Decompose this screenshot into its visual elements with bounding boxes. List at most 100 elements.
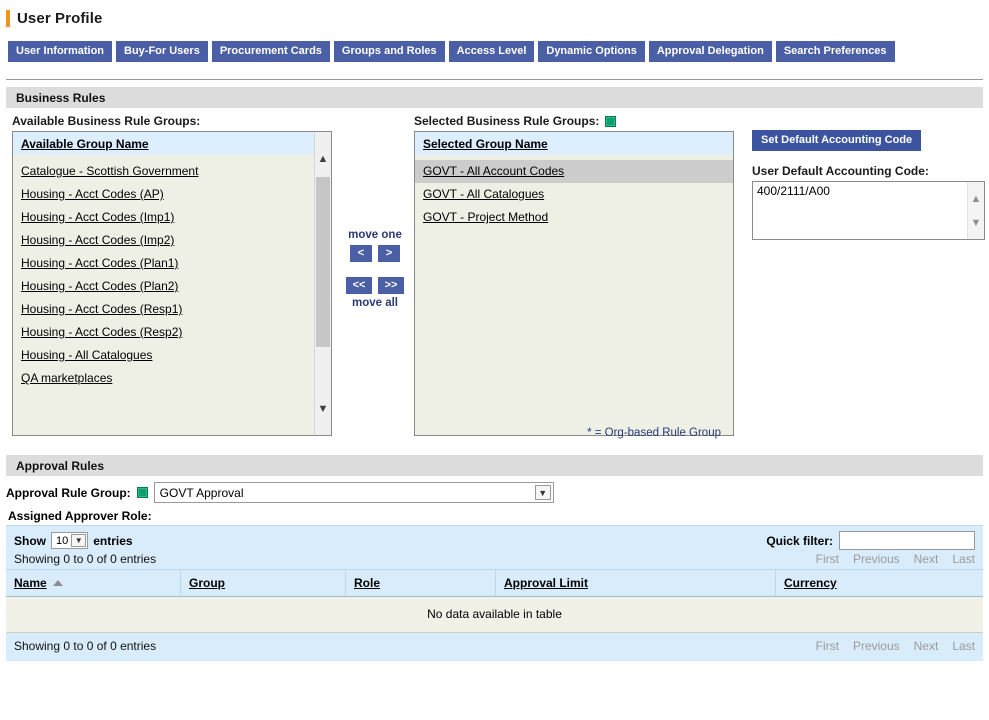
approval-rule-group-value: GOVT Approval: [159, 485, 244, 500]
column-header-role[interactable]: Role: [346, 570, 496, 596]
list-item[interactable]: GOVT - All Account Codes: [415, 160, 733, 183]
list-item[interactable]: Housing - Acct Codes (Resp2): [13, 321, 331, 344]
show-entries-control: Show 10 ▼ entries: [14, 532, 133, 549]
selected-group-items: GOVT - All Account Codes GOVT - All Cata…: [415, 155, 733, 229]
tab-search-preferences[interactable]: Search Preferences: [775, 41, 895, 62]
default-accounting-panel: Set Default Accounting Code User Default…: [752, 130, 989, 240]
entries-per-page-select[interactable]: 10 ▼: [51, 532, 89, 549]
entries-per-page-value: 10: [56, 534, 69, 547]
chevron-down-icon[interactable]: ▼: [71, 534, 87, 547]
approver-role-table: Show 10 ▼ entries Quick filter: Showing …: [6, 525, 983, 661]
pagination-first[interactable]: First: [816, 552, 839, 566]
required-indicator-icon: [605, 115, 617, 127]
empty-table-message: No data available in table: [427, 607, 562, 621]
pagination-first[interactable]: First: [816, 639, 839, 653]
title-accent-bar: [6, 9, 10, 27]
approval-rule-group-label: Approval Rule Group:: [6, 485, 131, 500]
pagination-previous[interactable]: Previous: [853, 639, 900, 653]
pagination-next[interactable]: Next: [914, 639, 939, 653]
quick-filter-input[interactable]: [839, 531, 975, 550]
org-based-rule-note: * = Org-based Rule Group: [587, 427, 721, 439]
column-header-currency[interactable]: Currency: [776, 570, 983, 596]
move-all-right-button[interactable]: >>: [378, 277, 404, 294]
list-item[interactable]: GOVT - All Catalogues: [415, 183, 733, 206]
scroll-up-icon[interactable]: ▲: [315, 150, 331, 167]
move-one-left-button[interactable]: <: [350, 245, 372, 262]
tab-approval-delegation[interactable]: Approval Delegation: [648, 41, 772, 62]
column-header-approval-limit[interactable]: Approval Limit: [496, 570, 776, 596]
table-controls: Show 10 ▼ entries Quick filter:: [6, 526, 983, 552]
user-profile-page: User Profile User Information Buy-For Us…: [0, 0, 989, 720]
available-groups-label: Available Business Rule Groups:: [12, 114, 201, 128]
column-label: Role: [354, 576, 381, 590]
available-listbox-scrollbar[interactable]: ▲ ▼: [314, 132, 331, 435]
show-label: Show: [14, 533, 46, 548]
quick-filter-label: Quick filter:: [766, 533, 833, 548]
tab-buy-for-users[interactable]: Buy-For Users: [116, 41, 208, 62]
list-item[interactable]: Housing - Acct Codes (Resp1): [13, 298, 331, 321]
scroll-down-icon[interactable]: ▼: [971, 217, 982, 229]
list-item[interactable]: Housing - Acct Codes (Plan1): [13, 252, 331, 275]
column-label: Group: [189, 576, 225, 590]
pagination-last[interactable]: Last: [952, 639, 975, 653]
available-group-name-header[interactable]: Available Group Name: [13, 132, 331, 155]
list-item[interactable]: Housing - Acct Codes (AP): [13, 183, 331, 206]
user-default-accounting-code-field[interactable]: 400/2111/A00 ▲ ▼: [752, 181, 985, 240]
entries-label: entries: [93, 533, 133, 548]
selected-groups-panel: Selected Business Rule Groups: Selected …: [414, 114, 734, 436]
approval-rule-group-row: Approval Rule Group: GOVT Approval ▼: [6, 482, 983, 503]
selected-group-name-header[interactable]: Selected Group Name: [415, 132, 733, 155]
header-divider: [6, 79, 983, 80]
list-item[interactable]: Catalogue - Scottish Government: [13, 160, 331, 183]
available-groups-listbox[interactable]: Available Group Name Catalogue - Scottis…: [12, 131, 332, 436]
list-item[interactable]: QA marketplaces: [13, 367, 331, 390]
column-label: Approval Limit: [504, 576, 589, 590]
scroll-down-icon[interactable]: ▼: [315, 400, 331, 417]
available-group-items: Catalogue - Scottish Government Housing …: [13, 155, 331, 390]
sort-ascending-icon: [52, 580, 63, 586]
pagination-last[interactable]: Last: [952, 552, 975, 566]
chevron-down-icon[interactable]: ▼: [534, 485, 551, 500]
list-item[interactable]: Housing - All Catalogues: [13, 344, 331, 367]
approval-rules-section-header: Approval Rules: [6, 455, 983, 476]
list-item[interactable]: Housing - Acct Codes (Imp1): [13, 206, 331, 229]
list-item[interactable]: Housing - Acct Codes (Imp2): [13, 229, 331, 252]
pagination-bottom: First Previous Next Last: [816, 639, 975, 653]
tab-dynamic-options[interactable]: Dynamic Options: [538, 41, 645, 62]
scrollbar-thumb[interactable]: [316, 177, 330, 347]
selected-groups-listbox[interactable]: Selected Group Name GOVT - All Account C…: [414, 131, 734, 436]
quick-filter-control: Quick filter:: [766, 531, 975, 550]
move-all-label: move all: [351, 297, 399, 309]
move-all-left-button[interactable]: <<: [346, 277, 372, 294]
table-info-row-top: Showing 0 to 0 of 0 entries First Previo…: [6, 552, 983, 569]
selected-groups-label: Selected Business Rule Groups:: [414, 114, 600, 128]
page-header: User Profile: [0, 0, 989, 30]
column-header-name[interactable]: Name: [6, 570, 181, 596]
column-header-group[interactable]: Group: [181, 570, 346, 596]
business-rules-body: Available Business Rule Groups: Availabl…: [6, 108, 985, 448]
tab-user-information[interactable]: User Information: [8, 41, 113, 62]
assigned-approver-role-label: Assigned Approver Role:: [8, 509, 152, 523]
tab-procurement-cards[interactable]: Procurement Cards: [211, 41, 330, 62]
column-label: Currency: [784, 576, 837, 590]
scroll-up-icon[interactable]: ▲: [971, 193, 982, 205]
column-label: Name: [14, 576, 47, 590]
approval-rule-group-select[interactable]: GOVT Approval ▼: [153, 482, 554, 503]
pagination-top: First Previous Next Last: [816, 552, 975, 566]
business-rules-section-header: Business Rules: [6, 87, 983, 108]
required-indicator-icon: [136, 487, 148, 498]
set-default-accounting-code-button[interactable]: Set Default Accounting Code: [752, 130, 922, 151]
page-title: User Profile: [17, 9, 103, 27]
table-info-row-bottom: Showing 0 to 0 of 0 entries First Previo…: [6, 633, 983, 661]
move-one-right-button[interactable]: >: [378, 245, 400, 262]
available-groups-panel: Available Business Rule Groups: Availabl…: [12, 114, 332, 436]
list-item[interactable]: GOVT - Project Method: [415, 206, 733, 229]
tab-groups-and-roles[interactable]: Groups and Roles: [333, 41, 445, 62]
textarea-scrollbar[interactable]: ▲ ▼: [967, 182, 984, 239]
table-info-top: Showing 0 to 0 of 0 entries: [14, 552, 157, 566]
list-item[interactable]: Housing - Acct Codes (Plan2): [13, 275, 331, 298]
tab-access-level[interactable]: Access Level: [448, 41, 535, 62]
pagination-previous[interactable]: Previous: [853, 552, 900, 566]
user-default-accounting-code-label: User Default Accounting Code:: [752, 164, 929, 178]
pagination-next[interactable]: Next: [914, 552, 939, 566]
